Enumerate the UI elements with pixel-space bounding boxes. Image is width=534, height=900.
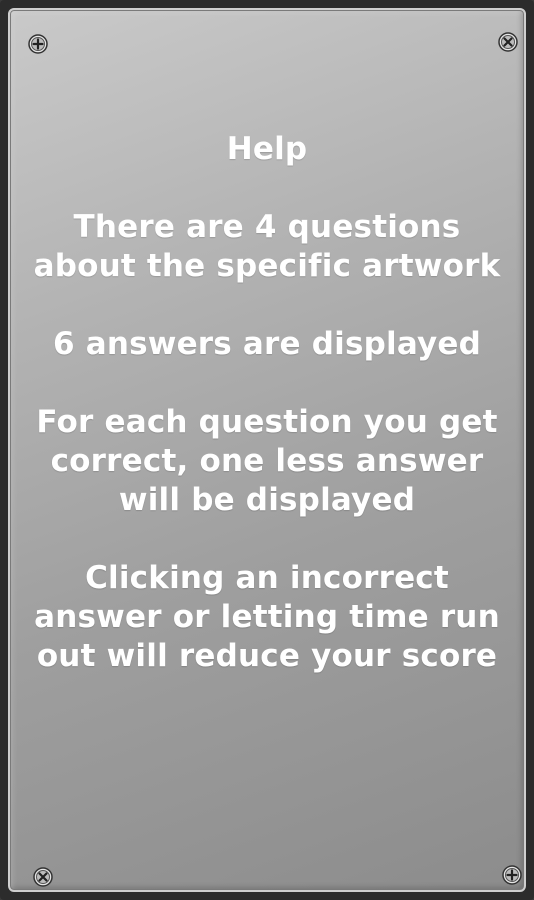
help-panel-frame: Help There are 4 questions about the spe… (0, 0, 534, 900)
screw-icon-bottom-left (33, 867, 53, 887)
screw-icon-top-left (28, 34, 48, 54)
screw-icon-bottom-right (502, 865, 522, 885)
help-paragraph-correct: For each question you get correct, one l… (36, 404, 498, 518)
screw-icon-top-right (498, 32, 518, 52)
help-paragraph-questions: There are 4 questions about the specific… (33, 209, 501, 284)
help-paragraph-incorrect: Clicking an incorrect answer or letting … (34, 560, 500, 674)
help-title: Help (226, 131, 308, 167)
help-content: Help There are 4 questions about the spe… (30, 130, 504, 715)
help-paragraph-answers: 6 answers are displayed (52, 326, 482, 362)
